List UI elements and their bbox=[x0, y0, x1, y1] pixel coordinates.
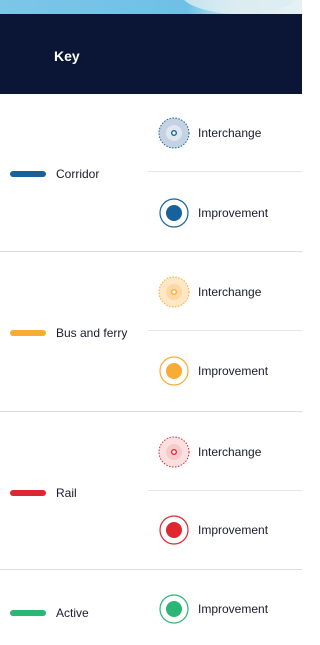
section-divider bbox=[0, 251, 302, 252]
corridor-improvement-icon bbox=[159, 198, 189, 228]
active-improvement-icon bbox=[159, 594, 189, 624]
map-preview[interactable] bbox=[0, 0, 302, 14]
section-divider bbox=[0, 569, 302, 570]
rail-interchange-icon bbox=[158, 436, 190, 468]
active-line-swatch bbox=[10, 610, 46, 616]
corridor-label: Corridor bbox=[56, 167, 100, 181]
corridor-improvement-item: Improvement bbox=[158, 197, 268, 229]
corridor-line-item: Corridor bbox=[10, 167, 99, 181]
rail-improvement-item: Improvement bbox=[158, 514, 268, 546]
rail-interchange-label: Interchange bbox=[198, 445, 262, 459]
active-improvement-label: Improvement bbox=[198, 602, 269, 616]
bus-ferry-line-item: Bus and ferry bbox=[10, 326, 127, 340]
active-label: Active bbox=[56, 606, 89, 620]
key-panel: Key Interchange Corridor Improvement Int… bbox=[0, 0, 302, 645]
corridor-interchange-label: Interchange bbox=[198, 126, 262, 140]
bus-ferry-improvement-label: Improvement bbox=[198, 364, 269, 378]
rail-improvement-label: Improvement bbox=[198, 523, 269, 537]
bus-ferry-interchange-label: Interchange bbox=[198, 285, 262, 299]
divider bbox=[148, 330, 302, 331]
key-title: Key bbox=[54, 48, 80, 64]
divider bbox=[148, 490, 302, 491]
bus-ferry-interchange-icon bbox=[158, 276, 190, 308]
corridor-line-swatch bbox=[10, 171, 46, 177]
rail-line-item: Rail bbox=[10, 486, 77, 500]
corridor-interchange-item: Interchange bbox=[158, 117, 261, 149]
active-improvement-item: Improvement bbox=[158, 593, 268, 625]
key-header: Key bbox=[0, 14, 302, 94]
corridor-interchange-icon bbox=[158, 117, 190, 149]
rail-interchange-item: Interchange bbox=[158, 436, 261, 468]
section-divider bbox=[0, 411, 302, 412]
bus-ferry-interchange-item: Interchange bbox=[158, 276, 261, 308]
bus-ferry-label: Bus and ferry bbox=[56, 326, 128, 340]
rail-label: Rail bbox=[56, 486, 77, 500]
bus-ferry-improvement-item: Improvement bbox=[158, 355, 268, 387]
bus-ferry-improvement-icon bbox=[159, 356, 189, 386]
rail-improvement-icon bbox=[159, 515, 189, 545]
divider bbox=[148, 171, 302, 172]
active-line-item: Active bbox=[10, 606, 89, 620]
rail-line-swatch bbox=[10, 490, 46, 496]
corridor-improvement-label: Improvement bbox=[198, 206, 269, 220]
bus-ferry-line-swatch bbox=[10, 330, 46, 336]
